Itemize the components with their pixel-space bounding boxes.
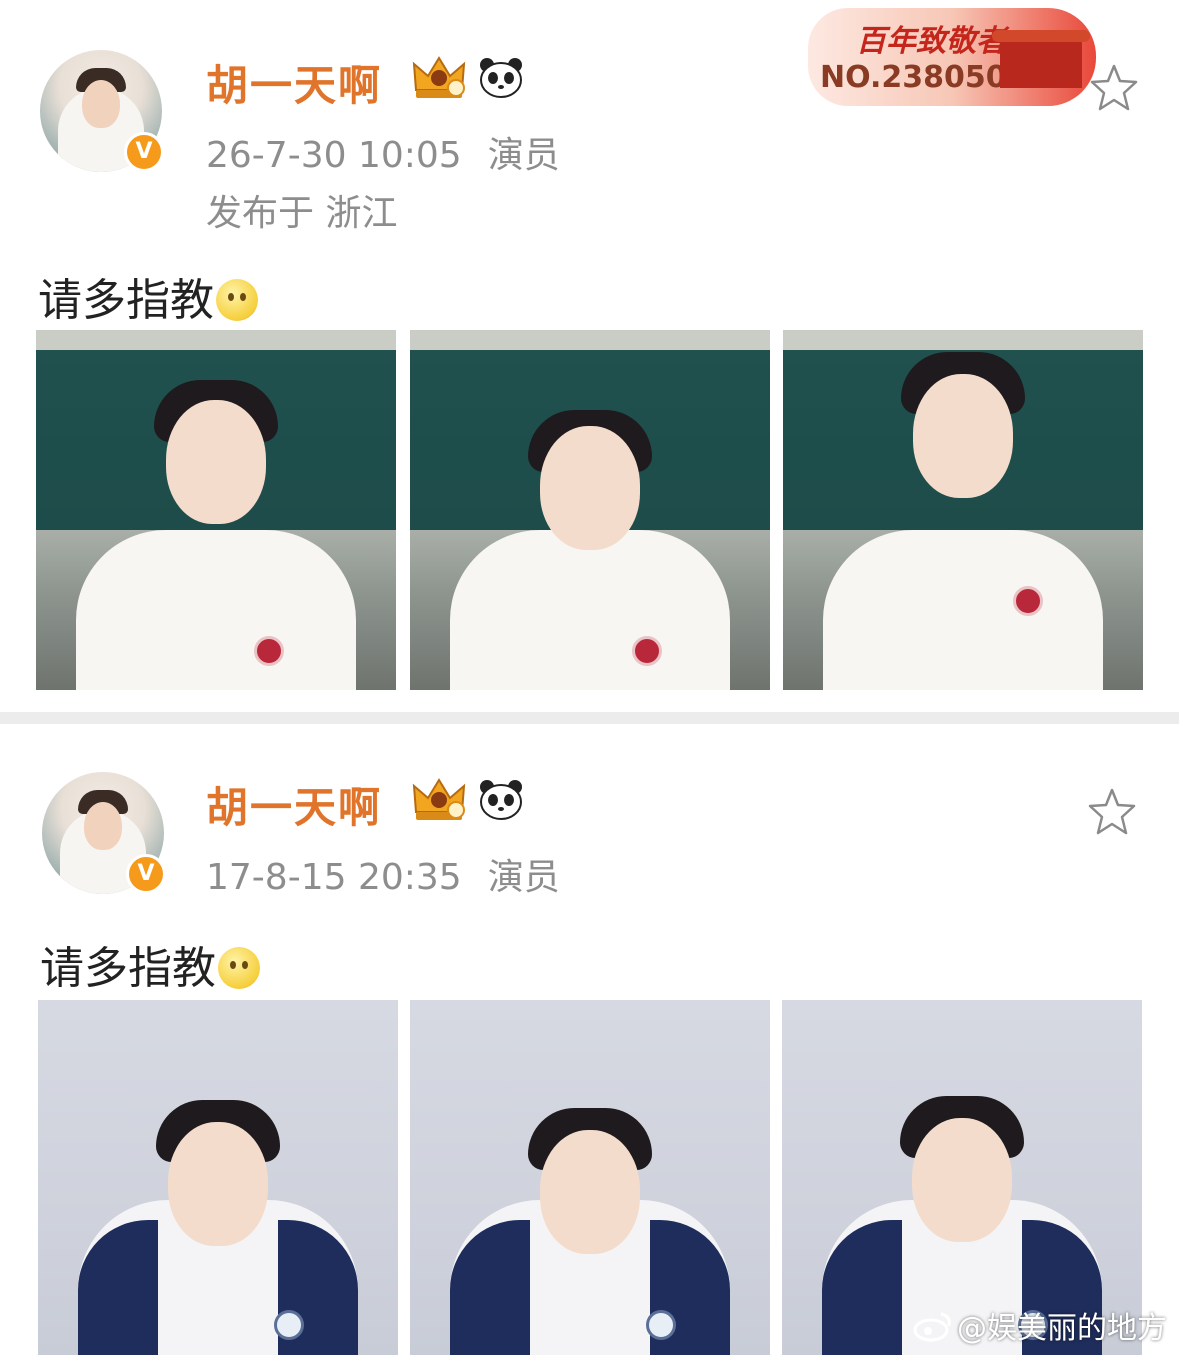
centennial-badge[interactable]: 百年致敬者 NO.2380504	[808, 8, 1096, 106]
watermark: @娱美丽的地方	[913, 1303, 1167, 1347]
post-location: 发布于 浙江	[206, 193, 398, 234]
post-meta: 17-8-15 20:35 演员	[206, 848, 560, 900]
panda-icon	[480, 780, 522, 820]
username[interactable]: 胡一天啊	[206, 52, 382, 113]
star-icon[interactable]	[1086, 786, 1138, 838]
post-text: 请多指教	[40, 932, 260, 996]
thinking-emoji-icon	[218, 947, 260, 989]
post-image-1[interactable]	[38, 1000, 398, 1355]
badge-number: NO.2380504	[820, 60, 1028, 95]
username[interactable]: 胡一天啊	[206, 774, 382, 835]
post-image-2[interactable]	[410, 330, 770, 690]
post-image-3[interactable]	[782, 1000, 1142, 1355]
post-text-content: 请多指教	[40, 943, 216, 994]
panda-icon	[480, 58, 522, 98]
post-meta: 26-7-30 10:05 演员	[206, 126, 560, 178]
post-time[interactable]: 26-7-30 10:05	[206, 135, 462, 176]
post-image-3[interactable]	[783, 330, 1143, 690]
weibo-post-1: V 胡一天啊 26-7-30 10:05 演员 发布于 浙江 百年致敬者 NO.2…	[0, 0, 1179, 712]
watermark-text: @娱美丽的地方	[957, 1311, 1167, 1346]
weibo-post-2: V 胡一天啊 17-8-15 20:35 演员 请多指教	[0, 724, 1179, 1355]
badge-title: 百年致敬者	[856, 24, 1006, 59]
post-divider	[0, 712, 1179, 724]
star-icon[interactable]	[1088, 62, 1140, 114]
verified-v-icon: V	[126, 854, 166, 894]
post-image-2[interactable]	[410, 1000, 770, 1355]
weibo-logo-icon	[913, 1312, 951, 1342]
thinking-emoji-icon	[216, 279, 258, 321]
user-role: 演员	[487, 135, 560, 176]
post-text-content: 请多指教	[38, 275, 214, 326]
crown-level-icon	[412, 778, 466, 820]
post-text: 请多指教	[38, 264, 258, 328]
post-image-1[interactable]	[36, 330, 396, 690]
building-icon	[992, 30, 1090, 88]
verified-v-icon: V	[124, 132, 164, 172]
user-role: 演员	[487, 857, 560, 898]
crown-level-icon	[412, 56, 466, 98]
post-time[interactable]: 17-8-15 20:35	[206, 857, 462, 898]
